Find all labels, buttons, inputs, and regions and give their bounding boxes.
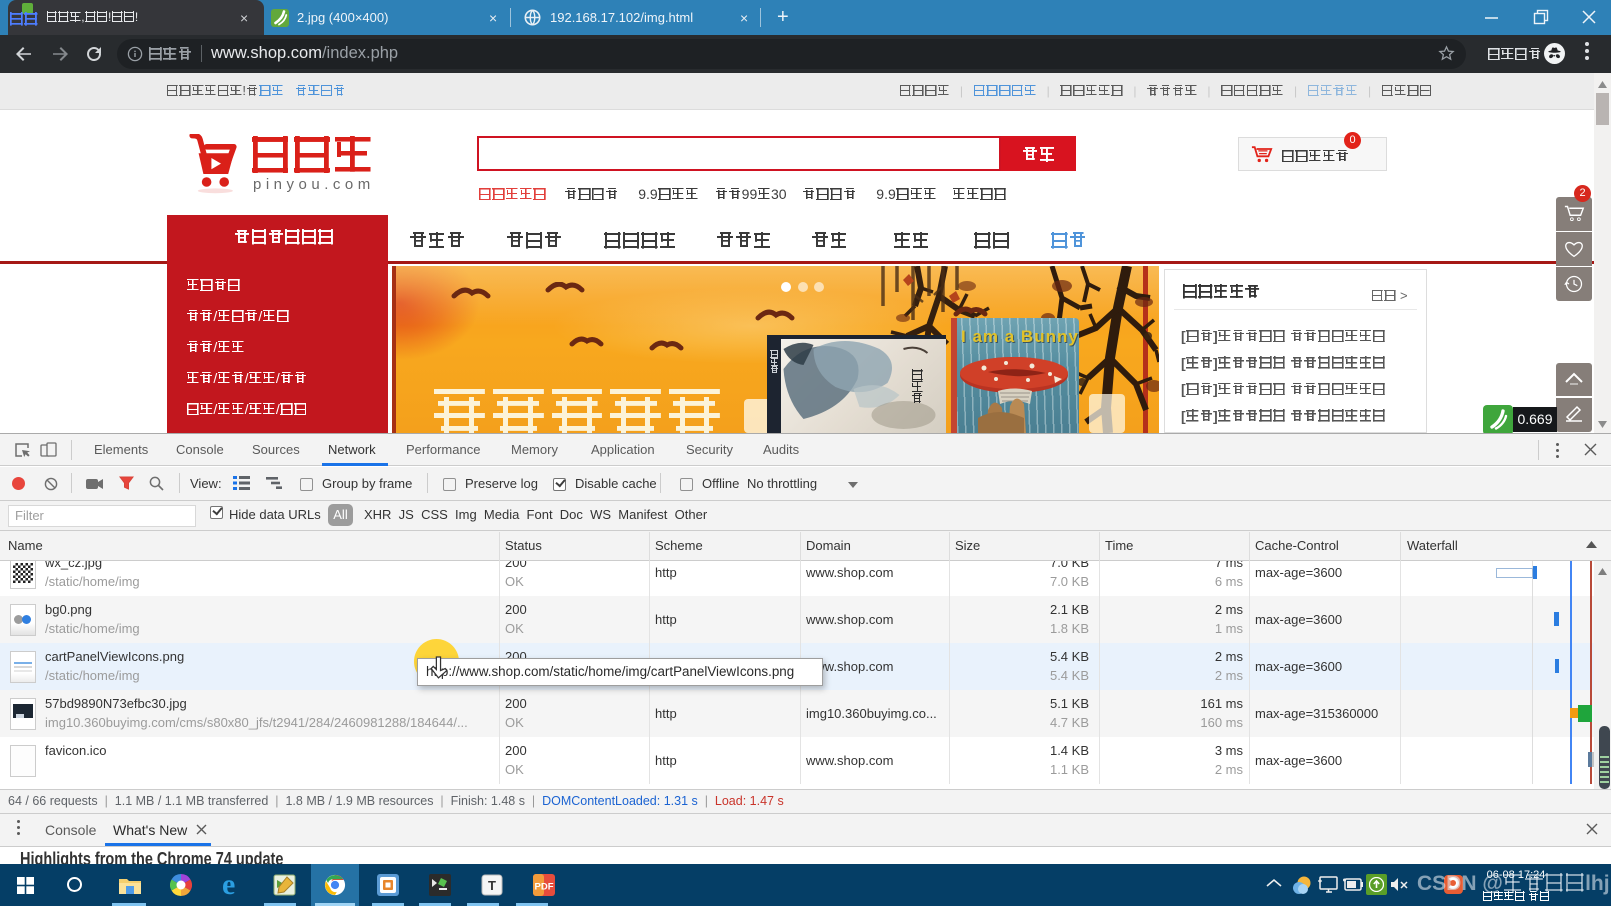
svg-text:PDF: PDF xyxy=(535,882,554,893)
svg-text:T: T xyxy=(488,878,496,893)
